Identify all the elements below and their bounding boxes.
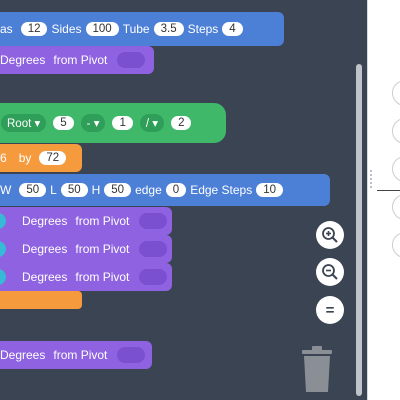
root-value3[interactable]: 2 bbox=[171, 116, 192, 130]
rotate-block-bottom[interactable]: Degrees from Pivot bbox=[0, 341, 152, 369]
sides-label: Sides bbox=[51, 22, 82, 36]
degrees-label: Degrees bbox=[22, 270, 68, 284]
minus-dropdown-label: - bbox=[86, 118, 91, 130]
block-prefix: as bbox=[0, 22, 13, 36]
color-dot bbox=[0, 269, 6, 285]
edge-input[interactable]: 0 bbox=[165, 183, 187, 197]
root-value2[interactable]: 1 bbox=[112, 116, 133, 130]
connector-line bbox=[377, 190, 400, 191]
edge-steps-input[interactable]: 10 bbox=[256, 183, 284, 197]
steps-input[interactable]: 3.5 bbox=[153, 22, 184, 36]
rotate-block-1[interactable]: Degrees from Pivot bbox=[0, 207, 172, 235]
math-root-block[interactable]: Root ▾ 5 - ▾ 1 / ▾ 2 bbox=[0, 103, 226, 143]
edge-steps-label: Edge Steps bbox=[190, 183, 253, 197]
by-value2[interactable]: 72 bbox=[39, 151, 67, 165]
divide-dropdown-label: / bbox=[145, 118, 150, 130]
sides-input[interactable]: 12 bbox=[20, 22, 48, 36]
tube-label: Tube bbox=[122, 22, 150, 36]
by-value1[interactable]: 6 bbox=[0, 151, 7, 165]
color-dot bbox=[0, 241, 6, 257]
pivot-slot[interactable] bbox=[139, 241, 168, 257]
edge-label: edge bbox=[135, 183, 162, 197]
h-label: H bbox=[91, 183, 101, 197]
pivot-label: from Pivot bbox=[75, 242, 130, 256]
workspace-scrollbar[interactable] bbox=[356, 64, 362, 396]
repeat-by-block[interactable]: 6 by 72 bbox=[0, 144, 82, 172]
root-value1[interactable]: 5 bbox=[53, 116, 74, 130]
block-workspace[interactable]: as 12 Sides 100 Tube 3.5 Steps 4 Degrees… bbox=[0, 0, 368, 400]
h-input[interactable]: 50 bbox=[104, 183, 132, 197]
pivot-label: from Pivot bbox=[75, 214, 130, 228]
rotate-block-2[interactable]: Degrees from Pivot bbox=[0, 235, 172, 263]
pivot-slot[interactable] bbox=[139, 213, 168, 229]
color-dot bbox=[0, 213, 6, 229]
zoom-reset-icon[interactable]: = bbox=[316, 296, 344, 324]
root-dropdown-label: Root bbox=[7, 118, 32, 130]
w-input[interactable]: 50 bbox=[19, 183, 47, 197]
zoom-reset-label: = bbox=[325, 301, 335, 319]
steps-label: Steps bbox=[187, 22, 219, 36]
degrees-label: Degrees bbox=[0, 53, 46, 67]
shape-block-torus[interactable]: as 12 Sides 100 Tube 3.5 Steps 4 bbox=[0, 12, 284, 46]
pivot-slot[interactable] bbox=[117, 347, 146, 363]
pivot-slot[interactable] bbox=[117, 52, 146, 68]
degrees-label: Degrees bbox=[22, 242, 68, 256]
zoom-in-icon[interactable] bbox=[316, 221, 344, 249]
resize-grip-icon[interactable] bbox=[370, 168, 376, 190]
rotate-block-3[interactable]: Degrees from Pivot bbox=[0, 263, 172, 291]
by-label: by bbox=[18, 151, 32, 165]
pivot-label: from Pivot bbox=[53, 53, 108, 67]
w-label: W bbox=[0, 183, 12, 197]
pivot-label: from Pivot bbox=[53, 348, 108, 362]
l-label: L bbox=[50, 183, 57, 197]
root-dropdown[interactable]: Root ▾ bbox=[1, 114, 47, 132]
trash-icon[interactable] bbox=[300, 346, 334, 392]
minus-dropdown[interactable]: - ▾ bbox=[80, 114, 106, 132]
l-input[interactable]: 50 bbox=[60, 183, 88, 197]
divide-dropdown[interactable]: / ▾ bbox=[139, 114, 165, 132]
box-edge-block[interactable]: W 50 L 50 H 50 edge 0 Edge Steps 10 bbox=[0, 174, 330, 206]
degrees-label: Degrees bbox=[22, 214, 68, 228]
rotate-block[interactable]: Degrees from Pivot bbox=[0, 46, 154, 74]
pivot-slot[interactable] bbox=[139, 269, 168, 285]
loop-end-block[interactable] bbox=[0, 291, 82, 309]
tube-input[interactable]: 100 bbox=[85, 22, 119, 36]
pivot-label: from Pivot bbox=[75, 270, 130, 284]
zoom-out-icon[interactable] bbox=[316, 258, 344, 286]
steps-count-input[interactable]: 4 bbox=[222, 22, 243, 36]
degrees-label: Degrees bbox=[0, 348, 46, 362]
